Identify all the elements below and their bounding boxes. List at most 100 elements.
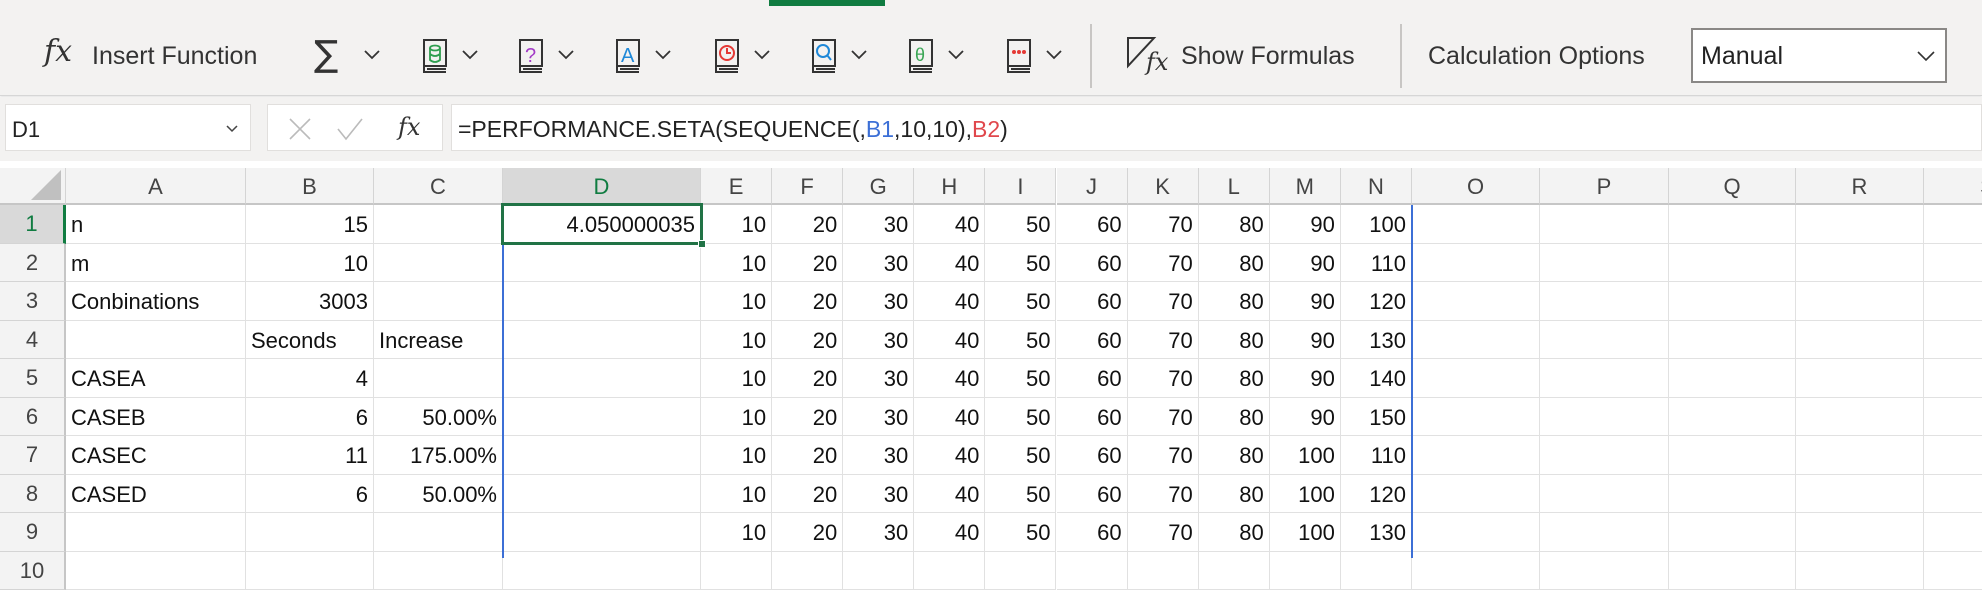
column-header-Q[interactable]: Q (1669, 168, 1796, 205)
financial-button[interactable] (422, 30, 502, 80)
cell-J5[interactable]: 60 (1057, 359, 1128, 398)
cell-E3[interactable]: 10 (701, 282, 772, 321)
cell-H5[interactable]: 40 (914, 359, 985, 398)
cell-E8[interactable]: 10 (701, 475, 772, 514)
cell-R10[interactable] (1796, 552, 1924, 590)
cell-E4[interactable]: 10 (701, 321, 772, 360)
column-header-A[interactable]: A (66, 168, 246, 205)
column-header-H[interactable]: H (914, 168, 985, 205)
cell-K10[interactable] (1128, 552, 1199, 590)
cell-P10[interactable] (1540, 552, 1669, 590)
date-time-button[interactable] (714, 30, 794, 80)
cell-Q5[interactable] (1669, 359, 1796, 398)
column-header-G[interactable]: G (843, 168, 914, 205)
cell-G4[interactable]: 30 (843, 321, 914, 360)
column-header-O[interactable]: O (1412, 168, 1540, 205)
cell-Q10[interactable] (1669, 552, 1796, 590)
cell-P1[interactable] (1540, 205, 1669, 244)
cell-O10[interactable] (1412, 552, 1540, 590)
cell-Q1[interactable] (1669, 205, 1796, 244)
cell-L5[interactable]: 80 (1199, 359, 1270, 398)
cell-R8[interactable] (1796, 475, 1924, 514)
cell-L10[interactable] (1199, 552, 1270, 590)
cell-I6[interactable]: 50 (985, 398, 1056, 437)
cell-F10[interactable] (772, 552, 843, 590)
column-header-R[interactable]: R (1796, 168, 1924, 205)
cell-M2[interactable]: 90 (1270, 244, 1341, 283)
cell-G9[interactable]: 30 (843, 513, 914, 552)
cell-D8[interactable] (503, 475, 701, 514)
cell-O7[interactable] (1412, 436, 1540, 475)
cell-I4[interactable]: 50 (985, 321, 1056, 360)
cell-H2[interactable]: 40 (914, 244, 985, 283)
row-header-3[interactable]: 3 (0, 282, 66, 321)
cell-D6[interactable] (503, 398, 701, 437)
cell-O2[interactable] (1412, 244, 1540, 283)
cell-N6[interactable]: 150 (1341, 398, 1412, 437)
cell-D7[interactable] (503, 436, 701, 475)
autosum-button[interactable]: ∑ (314, 30, 394, 80)
cell-J7[interactable]: 60 (1057, 436, 1128, 475)
cell-F4[interactable]: 20 (772, 321, 843, 360)
cell-J6[interactable]: 60 (1057, 398, 1128, 437)
cell-N5[interactable]: 140 (1341, 359, 1412, 398)
cell-J1[interactable]: 60 (1057, 205, 1128, 244)
cell-N2[interactable]: 110 (1341, 244, 1412, 283)
cell-D4[interactable] (503, 321, 701, 360)
cell-M3[interactable]: 90 (1270, 282, 1341, 321)
cell-E1[interactable]: 10 (701, 205, 772, 244)
cell-B4[interactable]: Seconds (246, 321, 374, 360)
cell-G10[interactable] (843, 552, 914, 590)
logical-button[interactable]: ? (518, 30, 598, 80)
insert-function-fx-icon[interactable]: fx (398, 113, 420, 141)
cell-B5[interactable]: 4 (246, 359, 374, 398)
cell-C5[interactable] (374, 359, 503, 398)
cell-E5[interactable]: 10 (701, 359, 772, 398)
cell-N8[interactable]: 120 (1341, 475, 1412, 514)
cell-S2[interactable] (1924, 244, 1982, 283)
row-header-9[interactable]: 9 (0, 513, 66, 552)
cell-F8[interactable]: 20 (772, 475, 843, 514)
cell-O9[interactable] (1412, 513, 1540, 552)
cell-K4[interactable]: 70 (1128, 321, 1199, 360)
cell-G7[interactable]: 30 (843, 436, 914, 475)
name-box[interactable]: D1 (5, 104, 251, 151)
cell-H10[interactable] (914, 552, 985, 590)
cell-I5[interactable]: 50 (985, 359, 1056, 398)
cell-A5[interactable]: CASEA (66, 359, 246, 398)
cell-F9[interactable]: 20 (772, 513, 843, 552)
cell-J2[interactable]: 60 (1057, 244, 1128, 283)
cell-B9[interactable] (246, 513, 374, 552)
cell-A8[interactable]: CASED (66, 475, 246, 514)
cell-M6[interactable]: 90 (1270, 398, 1341, 437)
cell-F3[interactable]: 20 (772, 282, 843, 321)
cell-O5[interactable] (1412, 359, 1540, 398)
cell-B1[interactable]: 15 (246, 205, 374, 244)
cell-I7[interactable]: 50 (985, 436, 1056, 475)
cell-R3[interactable] (1796, 282, 1924, 321)
cell-P2[interactable] (1540, 244, 1669, 283)
math-trig-button[interactable]: θ (908, 30, 988, 80)
cell-G1[interactable]: 30 (843, 205, 914, 244)
cell-Q7[interactable] (1669, 436, 1796, 475)
cell-P5[interactable] (1540, 359, 1669, 398)
cell-L8[interactable]: 80 (1199, 475, 1270, 514)
cell-S7[interactable] (1924, 436, 1982, 475)
calculation-options-select[interactable]: Manual (1691, 28, 1947, 83)
cell-K5[interactable]: 70 (1128, 359, 1199, 398)
cell-B2[interactable]: 10 (246, 244, 374, 283)
cell-G8[interactable]: 30 (843, 475, 914, 514)
insert-function-button[interactable]: fx Insert Function (34, 30, 284, 80)
cell-H3[interactable]: 40 (914, 282, 985, 321)
cell-G6[interactable]: 30 (843, 398, 914, 437)
cell-L2[interactable]: 80 (1199, 244, 1270, 283)
cell-F7[interactable]: 20 (772, 436, 843, 475)
row-header-6[interactable]: 6 (0, 398, 66, 437)
cell-H7[interactable]: 40 (914, 436, 985, 475)
row-header-10[interactable]: 10 (0, 552, 66, 590)
cell-E7[interactable]: 10 (701, 436, 772, 475)
cell-S1[interactable] (1924, 205, 1982, 244)
enter-check-icon[interactable] (336, 117, 364, 141)
cell-C8[interactable]: 50.00% (374, 475, 503, 514)
cell-G2[interactable]: 30 (843, 244, 914, 283)
